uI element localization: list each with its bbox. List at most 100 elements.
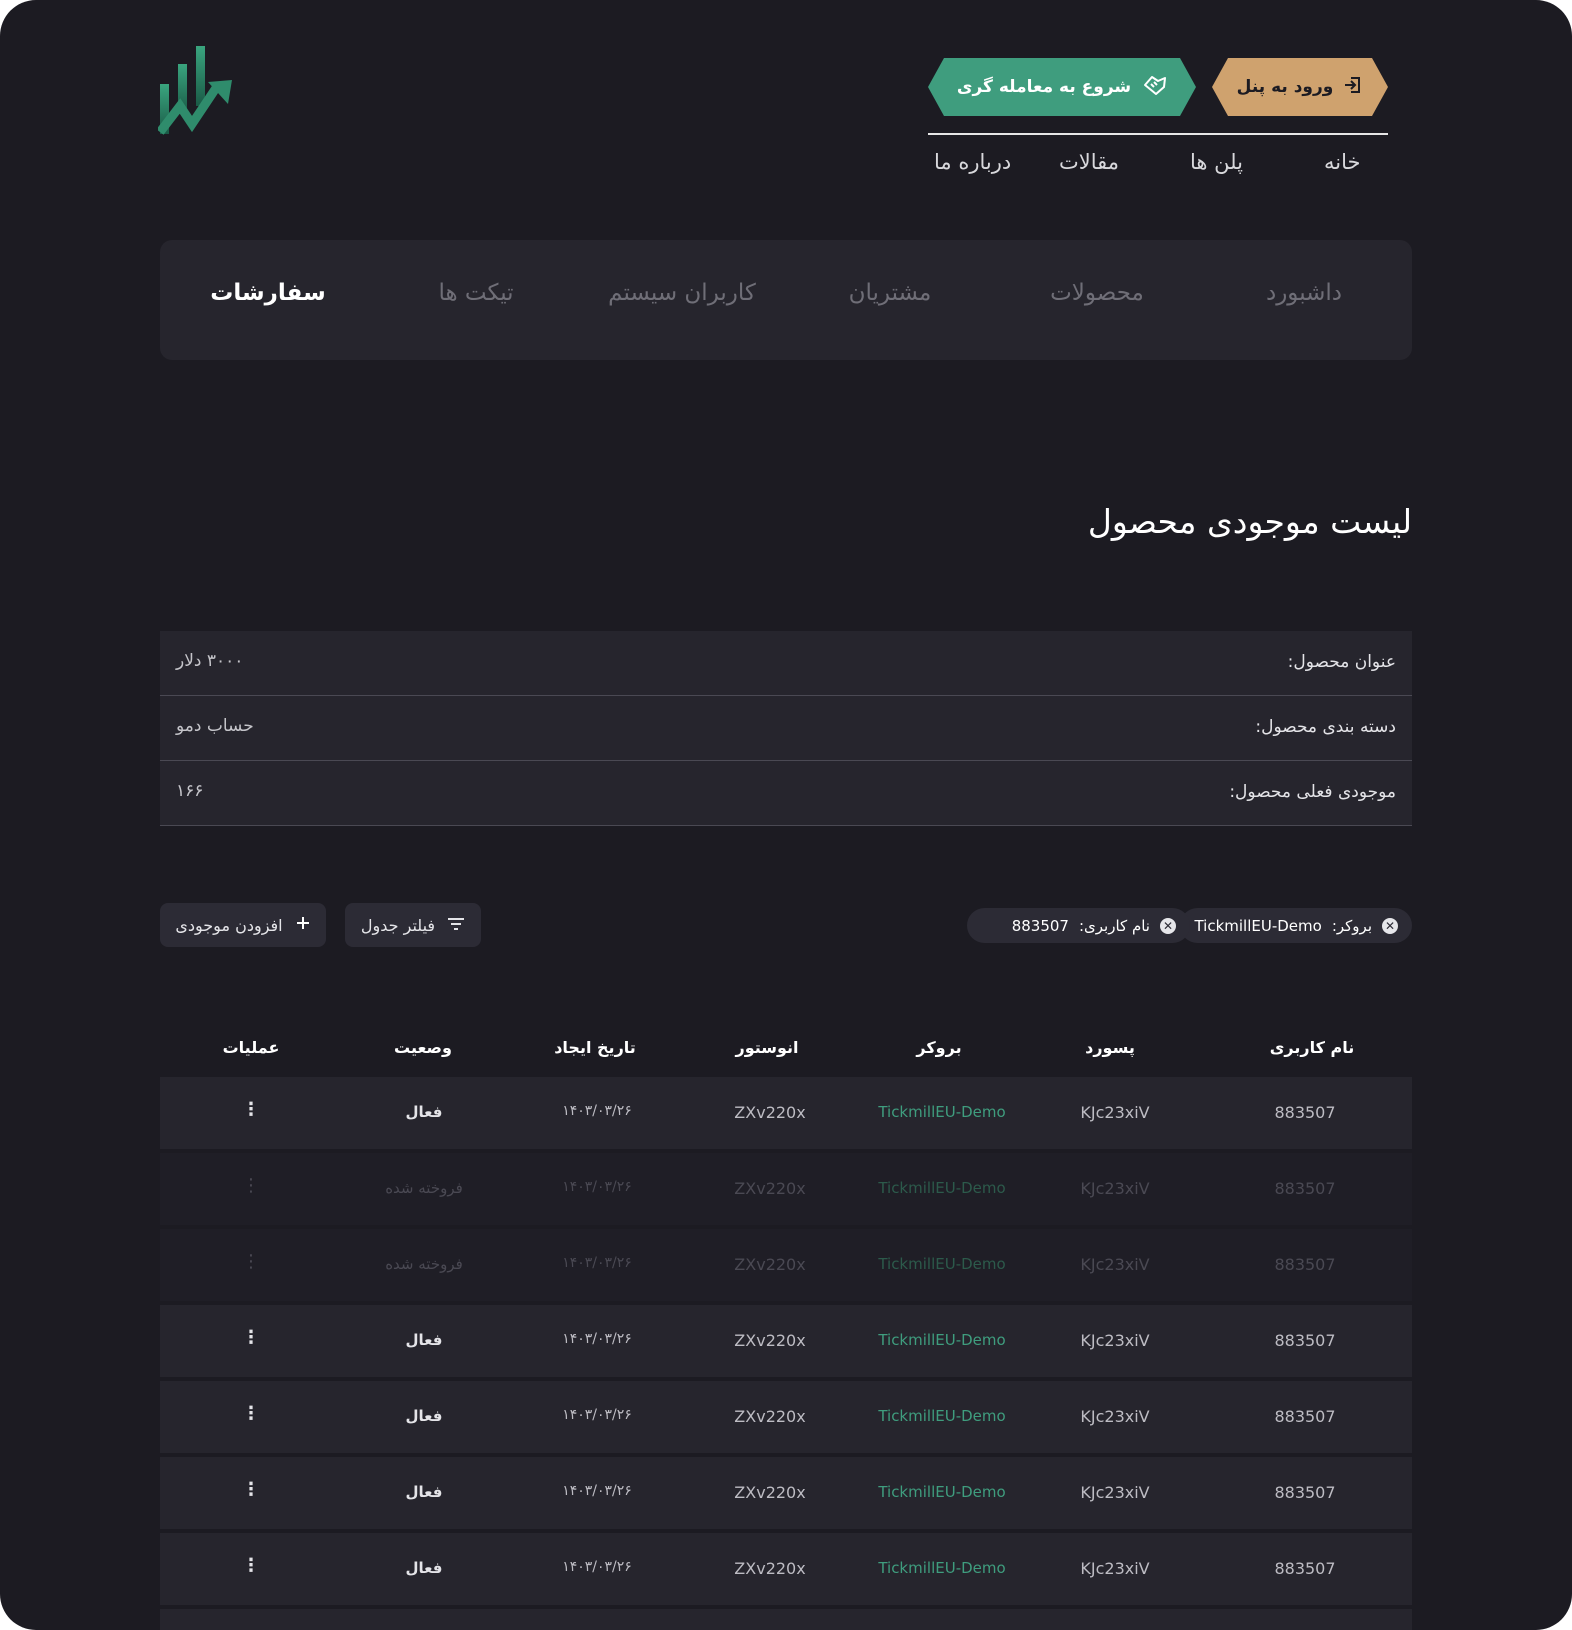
cell-status: فعال (405, 1103, 443, 1121)
nav-item-about[interactable]: درباره ما (934, 150, 1011, 174)
tab-orders[interactable]: سفارشات (210, 280, 325, 306)
column-header-username[interactable]: نام کاربری (1270, 1038, 1354, 1057)
header-divider (928, 133, 1388, 135)
table-row[interactable]: 883507 KJc23xiV TickmillEU-Demo ZXv220x … (160, 1077, 1412, 1149)
column-header-investor[interactable]: انوستور (735, 1038, 798, 1057)
cell-created-date: ۱۴۰۳/۰۳/۲۶ (562, 1103, 632, 1119)
product-stock-value: ۱۶۶ (176, 781, 204, 801)
cell-password: KJc23xiV (1080, 1103, 1150, 1122)
more-vertical-icon[interactable]: ⋮ (242, 1175, 260, 1196)
cell-username: 883507 (1274, 1407, 1336, 1426)
dashboard-tabs: داشبورد محصولات مشتریان کاربران سیستم تی… (160, 240, 1412, 360)
product-title-label: عنوان محصول: (1287, 652, 1396, 672)
cell-investor: ZXv220x (734, 1483, 806, 1502)
table-row[interactable] (160, 1609, 1412, 1630)
column-header-status[interactable]: وصعیت (394, 1038, 452, 1057)
handshake-icon (1143, 74, 1167, 101)
cell-investor: ZXv220x (734, 1559, 806, 1578)
nav-item-articles[interactable]: مقالات (1059, 150, 1119, 174)
more-vertical-icon[interactable]: ⋮ (242, 1327, 260, 1348)
nav-item-home[interactable]: خانه (1324, 150, 1360, 174)
tab-system-users[interactable]: کاربران سیستم (608, 280, 756, 306)
cell-broker: TickmillEU-Demo (878, 1559, 1006, 1577)
plus-icon (295, 915, 311, 935)
more-vertical-icon[interactable]: ⋮ (242, 1479, 260, 1500)
close-icon[interactable]: ✕ (1382, 917, 1398, 934)
filter-icon (447, 916, 465, 935)
cell-broker: TickmillEU-Demo (878, 1483, 1006, 1501)
add-stock-label: افزودن موجودی (175, 915, 283, 935)
cell-broker: TickmillEU-Demo (878, 1179, 1006, 1197)
cell-status: فعال (405, 1331, 443, 1349)
cell-username: 883507 (1274, 1559, 1336, 1578)
column-header-operations: عملیات (222, 1038, 280, 1057)
table-row[interactable]: 883507 KJc23xiV TickmillEU-Demo ZXv220x … (160, 1533, 1412, 1605)
table-row[interactable]: 883507 KJc23xiV TickmillEU-Demo ZXv220x … (160, 1457, 1412, 1529)
cell-status: فعال (405, 1559, 443, 1577)
tab-tickets[interactable]: تیکت ها (438, 280, 513, 306)
start-trading-button[interactable]: شروع به معامله گری (928, 58, 1196, 116)
username-filter-chip: ✕ نام کاربری: 883507 (967, 908, 1190, 943)
broker-chip-value: TickmillEU-Demo (1194, 916, 1322, 935)
cell-password: KJc23xiV (1080, 1407, 1150, 1426)
cell-username: 883507 (1274, 1179, 1336, 1198)
cell-created-date: ۱۴۰۳/۰۳/۲۶ (562, 1179, 632, 1195)
login-panel-label: ورود به پنل (1236, 77, 1334, 97)
product-title-value: ۳۰۰۰ دلار (176, 651, 244, 671)
cell-status: فعال (405, 1407, 443, 1425)
add-stock-button[interactable]: افزودن موجودی (160, 903, 326, 947)
cell-password: KJc23xiV (1080, 1559, 1150, 1578)
more-vertical-icon[interactable]: ⋮ (242, 1251, 260, 1272)
username-chip-value: 883507 (1011, 916, 1069, 935)
table-row[interactable]: 883507 KJc23xiV TickmillEU-Demo ZXv220x … (160, 1381, 1412, 1453)
cell-investor: ZXv220x (734, 1179, 806, 1198)
cell-investor: ZXv220x (734, 1407, 806, 1426)
product-category-row: دسته بندی محصول: حساب دمو (160, 696, 1412, 761)
login-icon (1343, 75, 1363, 100)
product-stock-label: موجودی فعلی محصول: (1229, 782, 1396, 802)
cell-username: 883507 (1274, 1103, 1336, 1122)
login-panel-button[interactable]: ورود به پنل (1212, 58, 1388, 116)
cell-broker: TickmillEU-Demo (878, 1103, 1006, 1121)
cell-username: 883507 (1274, 1483, 1336, 1502)
broker-chip-label: بروکر: (1331, 916, 1372, 935)
username-chip-label: نام کاربری: (1078, 916, 1150, 935)
column-header-created-date[interactable]: تاریخ ایجاد (554, 1038, 636, 1057)
cell-password: KJc23xiV (1080, 1331, 1150, 1350)
start-trading-label: شروع به معامله گری (956, 77, 1132, 97)
table-row[interactable]: 883507 KJc23xiV TickmillEU-Demo ZXv220x … (160, 1153, 1412, 1225)
table-filter-button[interactable]: فیلتر جدول (345, 903, 481, 947)
tab-dashboard[interactable]: داشبورد (1266, 280, 1342, 306)
cell-created-date: ۱۴۰۳/۰۳/۲۶ (562, 1331, 632, 1347)
tab-customers[interactable]: مشتریان (849, 280, 932, 306)
cell-password: KJc23xiV (1080, 1483, 1150, 1502)
more-vertical-icon[interactable]: ⋮ (242, 1099, 260, 1120)
broker-filter-chip: ✕ بروکر: TickmillEU-Demo (1180, 908, 1412, 943)
cell-status: فعال (405, 1483, 443, 1501)
cell-created-date: ۱۴۰۳/۰۳/۲۶ (562, 1407, 632, 1423)
page-title: لیست موجودی محصول (1087, 502, 1412, 541)
product-stock-row: موجودی فعلی محصول: ۱۶۶ (160, 761, 1412, 826)
more-vertical-icon[interactable]: ⋮ (242, 1403, 260, 1424)
column-header-password[interactable]: پسورد (1085, 1038, 1135, 1057)
product-category-value: حساب دمو (176, 716, 254, 736)
table-row[interactable]: 883507 KJc23xiV TickmillEU-Demo ZXv220x … (160, 1229, 1412, 1301)
close-icon[interactable]: ✕ (1160, 917, 1176, 934)
table-row[interactable]: 883507 KJc23xiV TickmillEU-Demo ZXv220x … (160, 1305, 1412, 1377)
cell-broker: TickmillEU-Demo (878, 1407, 1006, 1425)
cell-investor: ZXv220x (734, 1331, 806, 1350)
cell-password: KJc23xiV (1080, 1179, 1150, 1198)
app-frame: ورود به پنل شروع به معامله گری خانه پلن … (0, 0, 1572, 1630)
table-filter-label: فیلتر جدول (360, 915, 436, 935)
cell-investor: ZXv220x (734, 1255, 806, 1274)
logo-chart-icon[interactable] (158, 44, 234, 136)
cell-username: 883507 (1274, 1255, 1336, 1274)
top-navigation: خانه پلن ها مقالات درباره ما (918, 150, 1388, 190)
column-header-broker[interactable]: بروکر (916, 1038, 961, 1057)
nav-item-plans[interactable]: پلن ها (1190, 150, 1243, 174)
cell-created-date: ۱۴۰۳/۰۳/۲۶ (562, 1483, 632, 1499)
more-vertical-icon[interactable]: ⋮ (242, 1555, 260, 1576)
cell-status: فروخته شده (385, 1255, 463, 1273)
tab-products[interactable]: محصولات (1050, 280, 1144, 306)
cell-broker: TickmillEU-Demo (878, 1255, 1006, 1273)
